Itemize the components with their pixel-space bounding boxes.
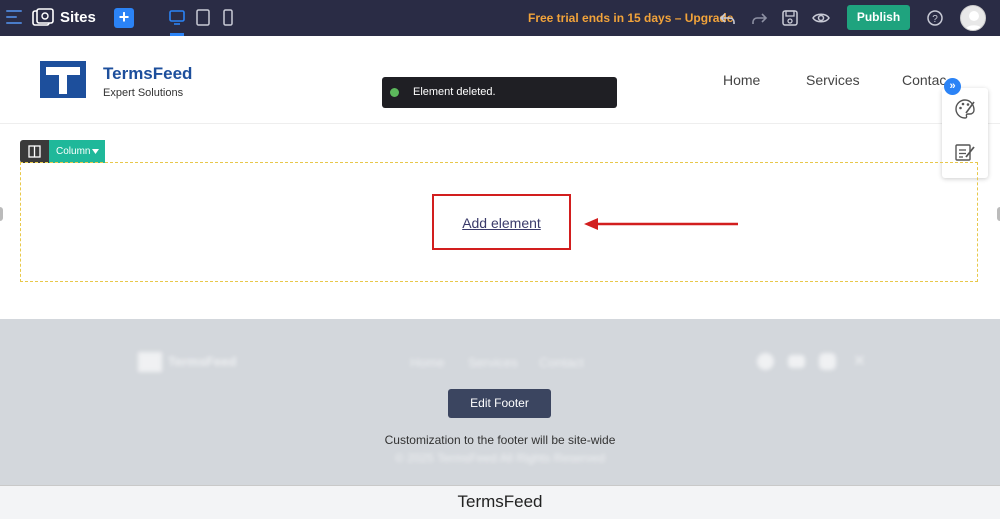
footer-copyright: © 2025 TermsFeed All Rights Reserved bbox=[394, 451, 606, 465]
column-selector[interactable]: Column bbox=[49, 140, 105, 163]
left-resize-handle[interactable] bbox=[0, 207, 3, 221]
nav-item-contact[interactable]: Contac bbox=[902, 72, 946, 88]
caption-bar: TermsFeed bbox=[0, 485, 1000, 519]
svg-text:?: ? bbox=[932, 14, 938, 25]
publish-button[interactable]: Publish bbox=[847, 5, 910, 30]
facebook-icon bbox=[757, 353, 774, 370]
youtube-icon bbox=[788, 355, 805, 368]
menu-icon[interactable] bbox=[6, 10, 22, 26]
edit-footer-button[interactable]: Edit Footer bbox=[448, 389, 551, 418]
chevron-down-icon bbox=[92, 149, 99, 154]
footer-note: Customization to the footer will be site… bbox=[384, 433, 616, 447]
collapse-panel-button[interactable]: » bbox=[944, 78, 961, 95]
site-footer: TermsFeed Home Services Contact ✕ © 2025… bbox=[0, 319, 1000, 485]
footer-nav-home: Home bbox=[410, 355, 445, 370]
app-title[interactable]: Sites bbox=[60, 9, 96, 26]
palette-icon[interactable] bbox=[954, 98, 976, 120]
brand-tagline: Expert Solutions bbox=[103, 87, 184, 99]
footer-nav-services: Services bbox=[468, 355, 518, 370]
success-dot-icon bbox=[390, 88, 399, 97]
column-layout-icon[interactable] bbox=[20, 140, 49, 163]
add-page-button[interactable]: + bbox=[114, 8, 134, 28]
trial-upgrade-link[interactable]: Free trial ends in 15 days – Upgrade bbox=[528, 11, 733, 25]
highlight-box: Add element bbox=[432, 194, 571, 250]
nav-item-home[interactable]: Home bbox=[723, 72, 760, 88]
brand-logo[interactable] bbox=[40, 61, 86, 98]
help-icon[interactable]: ? bbox=[926, 9, 944, 27]
instagram-icon bbox=[819, 353, 836, 370]
desktop-icon[interactable] bbox=[169, 9, 185, 27]
footer-brand-name: TermsFeed bbox=[168, 354, 237, 369]
sites-icon[interactable] bbox=[32, 8, 54, 28]
edit-note-icon[interactable] bbox=[954, 142, 976, 164]
mobile-icon[interactable] bbox=[220, 9, 236, 27]
nav-item-services[interactable]: Services bbox=[806, 72, 860, 88]
brand-name[interactable]: TermsFeed bbox=[103, 64, 192, 84]
toast-message: Element deleted. bbox=[413, 86, 496, 98]
x-icon: ✕ bbox=[852, 353, 867, 370]
editor-toolbar: Sites + Free trial ends in 15 days – Upg… bbox=[0, 0, 1000, 36]
avatar[interactable] bbox=[960, 5, 986, 31]
toast-notification: Element deleted. bbox=[382, 77, 617, 108]
footer-logo bbox=[138, 352, 162, 372]
add-element-link[interactable]: Add element bbox=[434, 215, 569, 231]
preview-icon[interactable] bbox=[812, 9, 830, 27]
column-badge-label: Column bbox=[56, 146, 91, 157]
redo-icon[interactable] bbox=[750, 9, 768, 27]
footer-nav-contact: Contact bbox=[539, 355, 584, 370]
undo-icon[interactable] bbox=[719, 9, 737, 27]
save-icon[interactable] bbox=[781, 9, 799, 27]
tablet-icon[interactable] bbox=[195, 9, 211, 27]
arrow-pointer-icon bbox=[584, 218, 738, 230]
